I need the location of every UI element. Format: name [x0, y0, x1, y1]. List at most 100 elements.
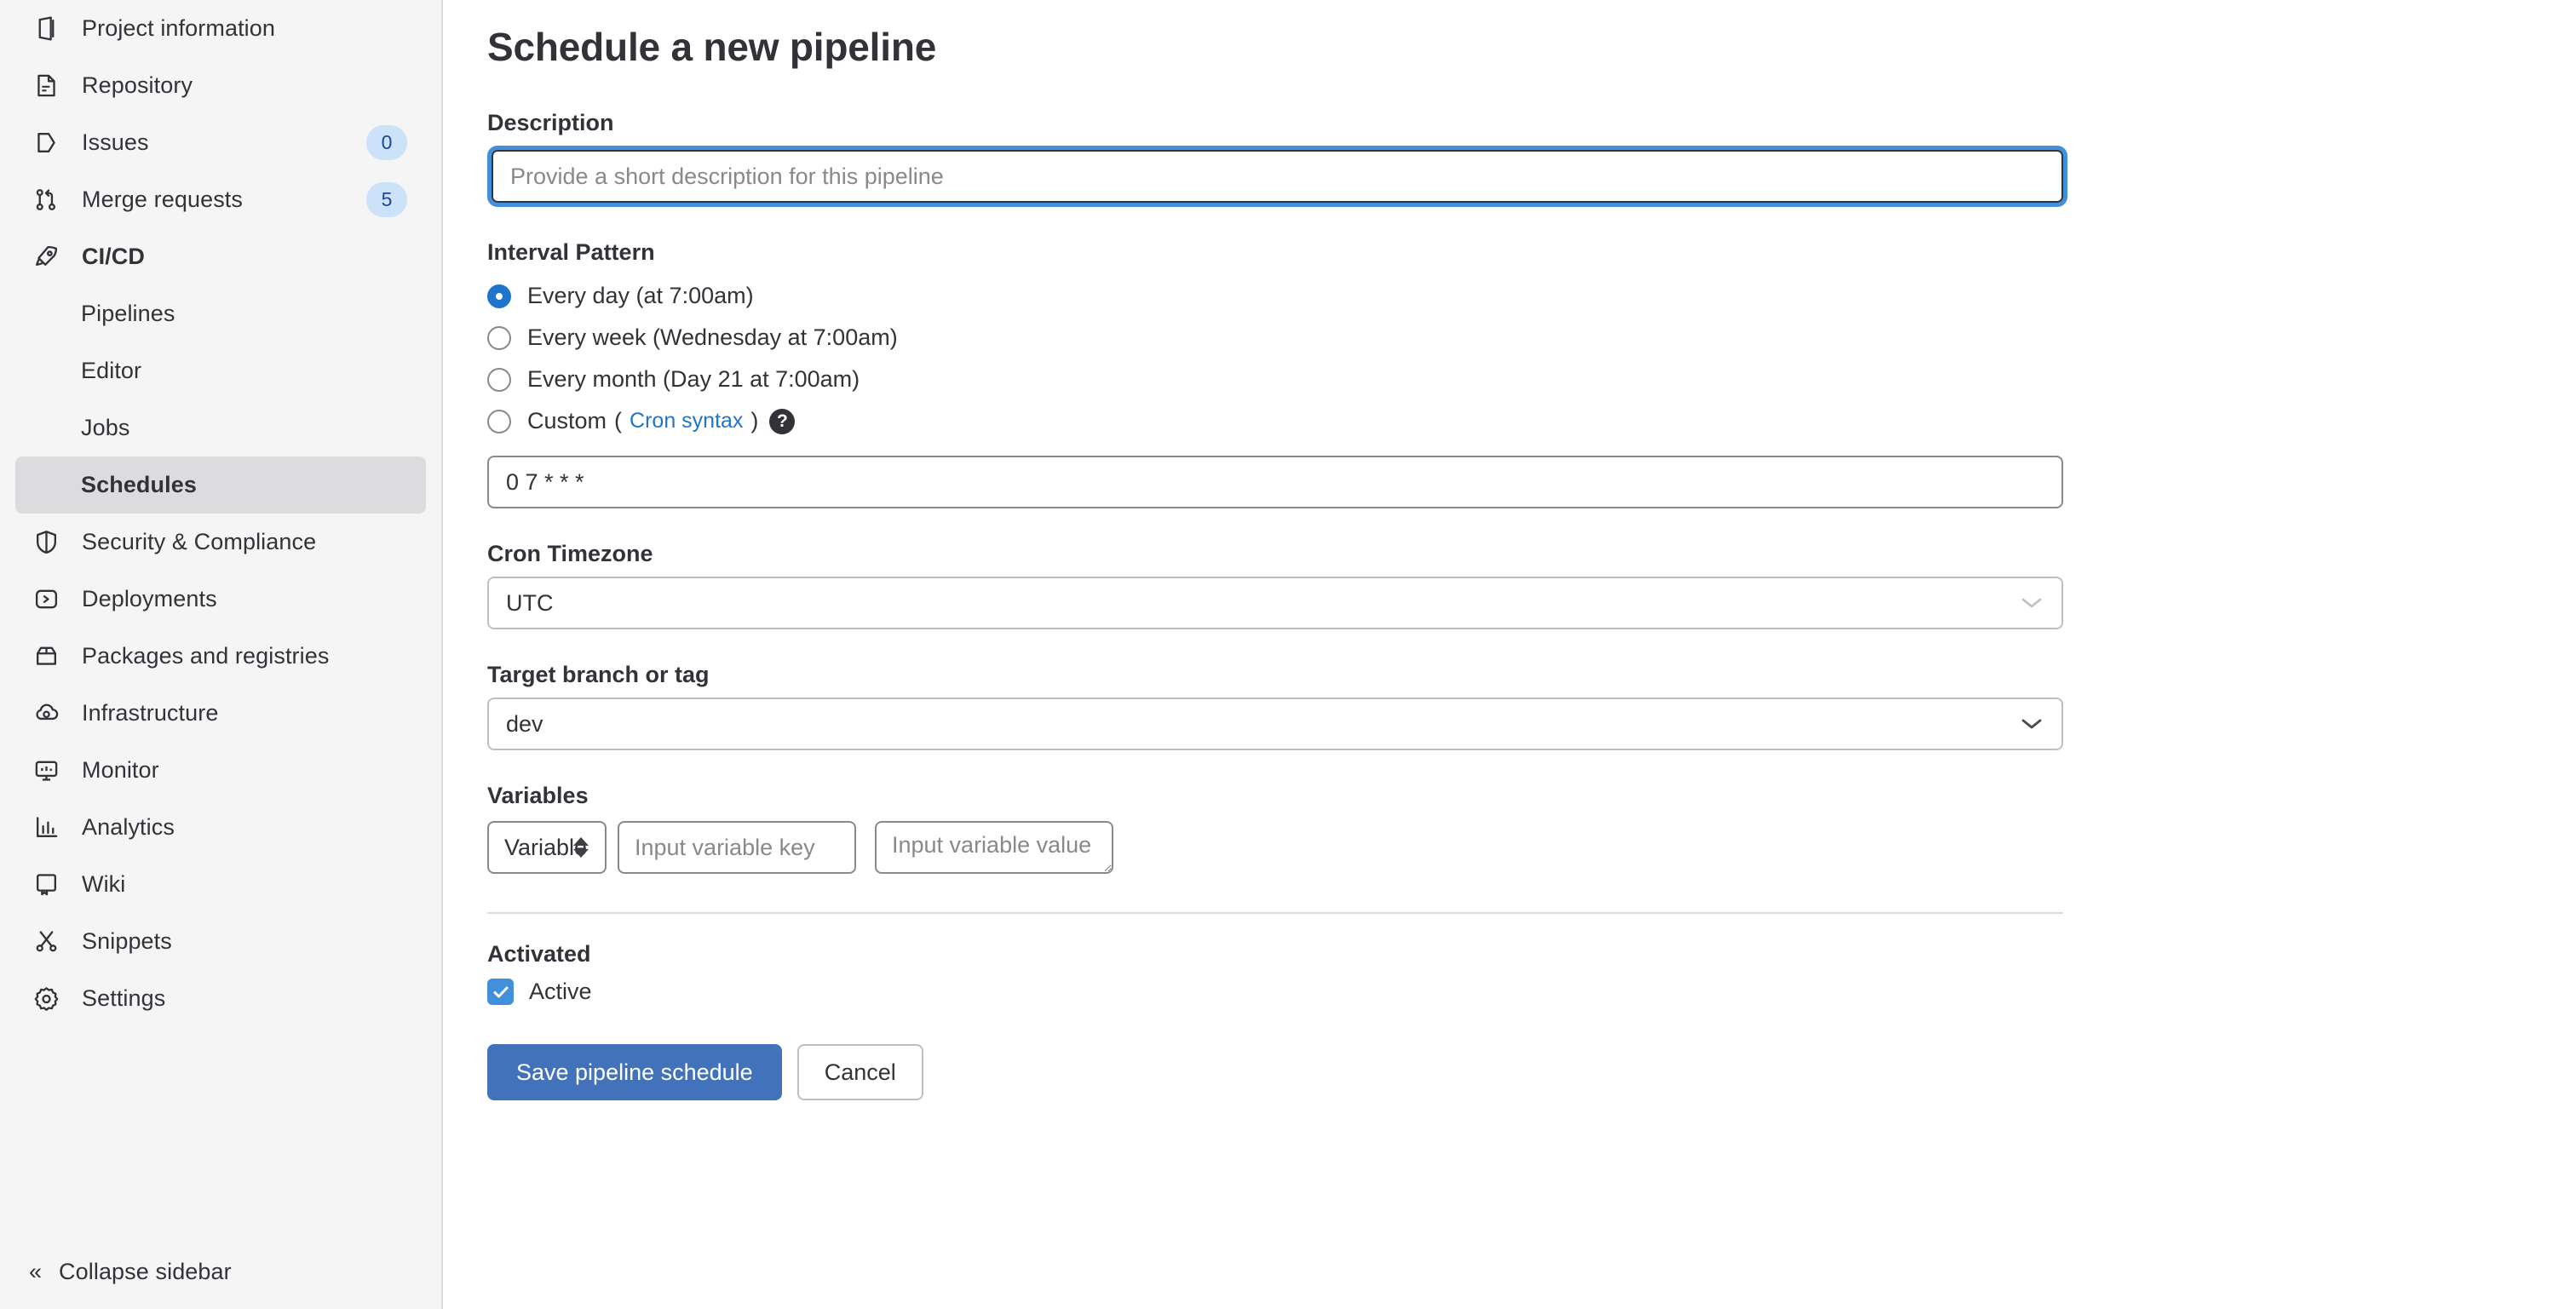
question-mark-icon[interactable]: ? [769, 408, 796, 434]
wiki-icon [29, 868, 63, 902]
sidebar-item-project-information[interactable]: Project information [0, 0, 441, 57]
monitor-icon [29, 754, 63, 788]
radio-custom-control[interactable] [487, 409, 511, 433]
interval-pattern-radio-group: Every day (at 7:00am) Every week (Wednes… [487, 275, 2067, 442]
sidebar-item-ci-cd[interactable]: CI/CD [0, 228, 441, 285]
cron-timezone-select-wrap: UTC [487, 577, 2063, 630]
infrastructure-icon [29, 697, 63, 731]
sidebar-item-pipelines[interactable]: Pipelines [15, 285, 426, 342]
sidebar-item-deployments[interactable]: Deployments [0, 571, 441, 628]
sidebar-item-analytics[interactable]: Analytics [0, 799, 441, 856]
sidebar-item-label: Security & Compliance [82, 529, 317, 554]
issues-count-badge: 0 [366, 125, 407, 160]
radio-option-every-month[interactable]: Every month (Day 21 at 7:00am) [487, 359, 2067, 400]
check-icon[interactable] [487, 979, 514, 1006]
sidebar-item-label: Jobs [81, 415, 130, 440]
pipeline-schedule-form: Description Interval Pattern Every day (… [487, 110, 2067, 1101]
deployments-icon [29, 583, 63, 617]
sidebar-item-label: Analytics [82, 814, 175, 840]
variables-row: Variable [487, 821, 2067, 875]
radio-option-custom[interactable]: Custom ( Cron syntax ) ? [487, 400, 2067, 442]
custom-open-paren: ( [614, 408, 623, 434]
sidebar-item-packages-and-registries[interactable]: Packages and registries [0, 628, 441, 685]
activated-label: Activated [487, 941, 591, 967]
radio-option-every-week[interactable]: Every week (Wednesday at 7:00am) [487, 317, 2067, 359]
sidebar-item-label: Settings [82, 985, 166, 1011]
variables-label: Variables [487, 783, 589, 809]
sidebar-item-settings[interactable]: Settings [0, 970, 441, 1027]
sidebar-item-label: Pipelines [81, 301, 175, 326]
merge-requests-count-badge: 5 [366, 182, 407, 217]
project-sidebar: Project information Repository Issues 0 … [0, 0, 443, 1309]
sidebar-item-schedules[interactable]: Schedules [15, 456, 426, 514]
cron-timezone-select[interactable]: UTC [487, 577, 2063, 630]
analytics-icon [29, 811, 63, 845]
sidebar-item-label: Packages and registries [82, 643, 330, 669]
radio-every-day-control[interactable] [487, 284, 511, 308]
sidebar-nav-list: Project information Repository Issues 0 … [0, 0, 441, 1027]
page-title: Schedule a new pipeline [487, 25, 937, 69]
sidebar-item-label: Schedules [81, 472, 197, 497]
sidebar-item-wiki[interactable]: Wiki [0, 856, 441, 913]
sidebar-item-label: CI/CD [82, 244, 145, 269]
radio-every-week-control[interactable] [487, 325, 511, 350]
collapse-sidebar-label: Collapse sidebar [59, 1258, 232, 1284]
package-icon [29, 640, 63, 674]
active-checkbox-row[interactable]: Active [487, 979, 2067, 1006]
sidebar-item-label: Merge requests [82, 187, 243, 212]
cron-expression-input[interactable] [487, 456, 2063, 509]
radio-every-month-control[interactable] [487, 367, 511, 392]
cancel-button[interactable]: Cancel [796, 1044, 923, 1101]
target-branch-value: dev [506, 710, 543, 737]
chevron-double-left-icon: « [29, 1258, 43, 1284]
save-pipeline-schedule-button[interactable]: Save pipeline schedule [487, 1044, 782, 1101]
target-branch-select[interactable]: dev [487, 698, 2063, 751]
radio-option-every-day[interactable]: Every day (at 7:00am) [487, 275, 2067, 317]
collapse-sidebar-button[interactable]: « Collapse sidebar [0, 1234, 441, 1309]
gear-icon [29, 982, 63, 1016]
variable-type-select-wrap: Variable [487, 821, 607, 875]
variable-value-textarea[interactable] [875, 821, 1113, 875]
sidebar-item-merge-requests[interactable]: Merge requests 5 [0, 171, 441, 228]
variable-type-select[interactable]: Variable [487, 821, 607, 875]
sidebar-item-repository[interactable]: Repository [0, 57, 441, 114]
sidebar-item-jobs[interactable]: Jobs [15, 399, 426, 456]
radio-every-week-label: Every week (Wednesday at 7:00am) [527, 324, 898, 351]
sidebar-item-label: Issues [82, 129, 149, 155]
description-focus-ring [487, 146, 2067, 208]
radio-every-month-label: Every month (Day 21 at 7:00am) [527, 366, 860, 393]
repository-icon [29, 69, 63, 103]
merge-requests-icon [29, 183, 63, 217]
cron-timezone-label: Cron Timezone [487, 541, 653, 567]
sidebar-item-label: Repository [82, 72, 193, 98]
sidebar-item-label: Deployments [82, 586, 217, 611]
sidebar-item-label: Monitor [82, 757, 159, 783]
active-checkbox-label: Active [529, 979, 592, 1005]
app-root: Project information Repository Issues 0 … [0, 0, 2576, 1309]
radio-custom-label: Custom [527, 408, 607, 434]
sidebar-item-snippets[interactable]: Snippets [0, 913, 441, 970]
sidebar-item-issues[interactable]: Issues 0 [0, 114, 441, 171]
form-divider [487, 912, 2063, 915]
sidebar-item-security-compliance[interactable]: Security & Compliance [0, 514, 441, 571]
form-actions: Save pipeline schedule Cancel [487, 1044, 2067, 1101]
sidebar-item-label: Wiki [82, 871, 126, 897]
cron-syntax-link[interactable]: Cron syntax [630, 409, 743, 433]
target-branch-select-wrap: dev [487, 698, 2063, 751]
sidebar-item-label: Snippets [82, 928, 172, 954]
sidebar-item-monitor[interactable]: Monitor [0, 742, 441, 799]
custom-close-paren: ) [750, 408, 759, 434]
issues-icon [29, 126, 63, 160]
shield-icon [29, 525, 63, 560]
sidebar-item-label: Infrastructure [82, 700, 219, 726]
project-information-icon [29, 12, 63, 46]
snippets-icon [29, 925, 63, 959]
sidebar-item-label: Project information [82, 15, 275, 41]
target-branch-label: Target branch or tag [487, 662, 710, 688]
description-label: Description [487, 110, 614, 136]
sidebar-item-editor[interactable]: Editor [15, 342, 426, 399]
description-input[interactable] [492, 150, 2063, 204]
sidebar-item-infrastructure[interactable]: Infrastructure [0, 685, 441, 742]
cron-timezone-value: UTC [506, 589, 554, 616]
variable-key-input[interactable] [618, 821, 856, 875]
